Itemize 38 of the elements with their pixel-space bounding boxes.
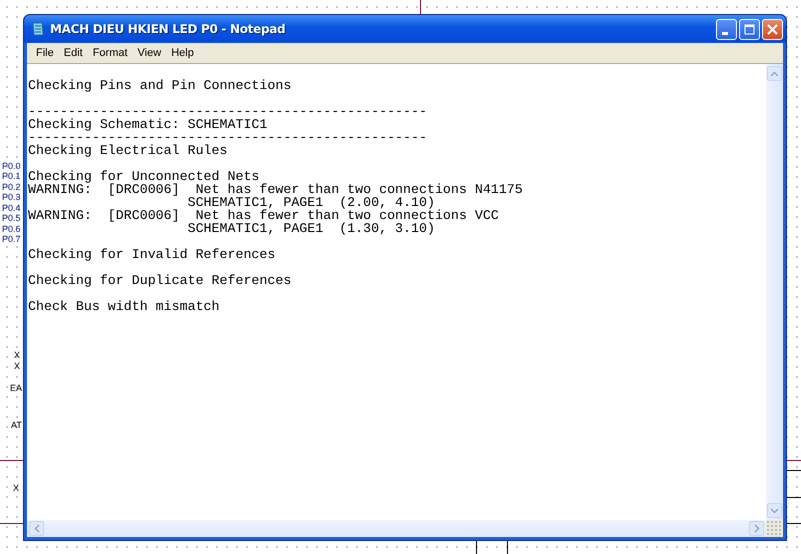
scroll-left-button[interactable] [29,521,44,536]
vertical-scrollbar[interactable] [766,64,783,520]
minimize-icon [722,32,728,34]
close-button[interactable] [762,18,783,40]
schematic-label: X [14,361,20,371]
maximize-icon [744,24,755,34]
schematic-label: P0.5 [2,213,21,223]
schematic-label: P0.4 [2,203,21,213]
scroll-up-button[interactable] [767,66,782,81]
schematic-label: X [13,483,20,493]
schematic-label: P0.0 [2,161,21,171]
menu-item[interactable]: File [31,47,59,59]
close-icon [767,24,778,34]
schematic-label: P0.1 [2,171,21,181]
schematic-label: AT [11,420,22,430]
menu-item[interactable]: View [132,47,166,59]
resize-grip-icon[interactable] [766,520,783,537]
schematic-label: X [14,350,20,360]
log-text: Checking Pins and Pin Connections -------------------------------------------------- Checking Schematic: SCHEMATIC1 -------------------------------------------------- Checking Electrical Rules Checking for Unconnected Nets WARNING: [DRC0006] Net has fewer than two connections N41175 SCHEMATIC1, PAGE1 (2.00, 4.10) WARNING: [DRC0006] Net has fewer than two connections VCC SCHEMATIC1, PAGE1 (1.30, 3.10) Checking for Invalid References Checking for Duplicate References Check Bus width mismatch [28,77,524,313]
scroll-right-button[interactable] [749,521,764,536]
scroll-down-button[interactable] [767,503,782,518]
schematic-label: P0.7 [2,234,21,244]
horizontal-scrollbar[interactable] [27,520,766,537]
schematic-label: P0.3 [2,192,21,202]
schematic-label: P0.2 [2,182,21,192]
chevron-right-icon [754,524,760,533]
menu-item[interactable]: Edit [58,47,88,59]
notepad-icon [31,21,45,37]
menu-item[interactable]: Format [88,47,133,59]
chevron-left-icon [34,524,40,533]
menu-item[interactable]: Help [166,47,199,59]
maximize-button[interactable] [739,18,760,40]
schematic-label: P0.6 [2,224,21,234]
chevron-down-icon [770,508,779,514]
window-title: MACH DIEU HKIEN LED P0 - Notepad [50,22,286,36]
chevron-up-icon [770,70,779,76]
schematic-label: EA [10,383,22,393]
minimize-button[interactable] [716,18,737,40]
